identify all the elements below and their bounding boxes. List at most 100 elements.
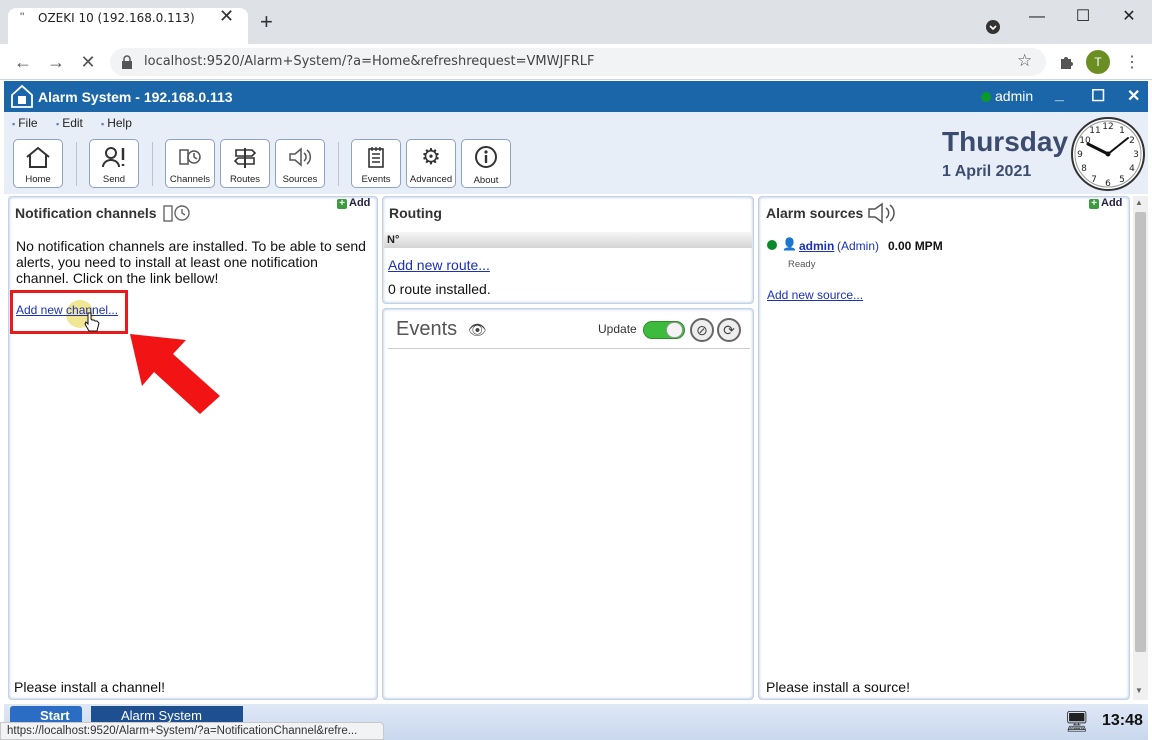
svg-text:12: 12	[1102, 122, 1113, 132]
highlight-box	[10, 290, 128, 334]
notification-channels-title: Notification channels	[15, 205, 157, 221]
home-icon	[26, 146, 50, 168]
day-label: Thursday	[942, 126, 1069, 157]
extensions-icon[interactable]	[1058, 54, 1074, 70]
source-role: (Admin)	[837, 239, 880, 253]
new-tab-button[interactable]: +	[260, 11, 273, 33]
advanced-button-label: Advanced	[409, 174, 453, 185]
events-divider	[388, 348, 750, 349]
svg-text:5: 5	[1119, 175, 1125, 185]
svg-text:8: 8	[1081, 164, 1087, 174]
back-arrow-icon[interactable]: ←	[10, 50, 36, 74]
update-label: Update	[598, 322, 637, 336]
source-status-icon	[767, 240, 777, 250]
lock-icon	[122, 55, 132, 69]
user-icon: 👤	[782, 237, 797, 251]
source-footer-status: Please install a source!	[766, 679, 910, 695]
profile-avatar[interactable]: T	[1086, 50, 1110, 74]
signpost-icon	[233, 148, 257, 168]
scroll-up-icon[interactable]: ▲	[1135, 198, 1143, 207]
scrollbar-thumb[interactable]	[1135, 212, 1146, 652]
url-text[interactable]: localhost:9520/Alarm+System/?a=Home&refr…	[144, 54, 595, 69]
menu-file[interactable]: File	[12, 116, 37, 130]
alarm-sources-title: Alarm sources	[766, 205, 864, 221]
refresh-icon[interactable]: ⟳	[717, 318, 741, 342]
toolbar-separator	[152, 142, 153, 186]
stop-loading-icon[interactable]: ✕	[75, 50, 101, 74]
routing-title: Routing	[389, 205, 442, 221]
gear-icon: ⚙	[421, 144, 441, 169]
status-bar-url: https://localhost:9520/Alarm+System/?a=N…	[0, 722, 384, 740]
svg-text:7: 7	[1091, 175, 1097, 185]
about-button-label: About	[473, 175, 499, 186]
add-new-route-link[interactable]: Add new route...	[388, 257, 490, 273]
about-button[interactable]: About	[461, 139, 511, 188]
advanced-button[interactable]: ⚙ Advanced	[406, 139, 456, 188]
minimize-icon[interactable]: —	[1014, 6, 1060, 32]
events-title: Events	[396, 318, 458, 340]
tab-search-icon[interactable]	[985, 19, 1001, 35]
home-button[interactable]: Home	[13, 139, 63, 188]
forward-arrow-icon[interactable]: →	[43, 50, 69, 74]
add-new-source-link[interactable]: Add new source...	[767, 288, 863, 302]
channels-icon	[163, 205, 190, 222]
source-name-link[interactable]: admin	[799, 239, 834, 253]
send-person-icon	[102, 147, 125, 168]
svg-text:11: 11	[1089, 126, 1100, 136]
svg-text:4: 4	[1129, 164, 1135, 174]
sources-button[interactable]: Sources	[275, 139, 325, 188]
channels-icon	[179, 149, 201, 165]
tab-title: OZEKI 10 (192.168.0.113)	[38, 11, 195, 25]
events-button[interactable]: Events	[351, 139, 401, 188]
app-title: Alarm System - 192.168.0.113	[38, 89, 233, 105]
clear-events-icon[interactable]: ⊘	[690, 318, 714, 342]
events-panel	[382, 308, 754, 700]
toggle-knob	[666, 322, 683, 338]
no-channels-message: No notification channels are installed. …	[16, 238, 366, 286]
tray-clock: 13:48	[1102, 712, 1143, 729]
events-button-label: Events	[361, 174, 391, 185]
scroll-down-icon[interactable]: ▼	[1135, 686, 1143, 695]
logged-user[interactable]: admin	[995, 88, 1033, 104]
monitor-icon[interactable]: 🖥	[1064, 709, 1089, 734]
notepad-icon	[368, 147, 384, 168]
routes-button[interactable]: Routes	[220, 139, 270, 188]
eye-icon[interactable]: 👁	[468, 321, 487, 339]
channels-button[interactable]: Channels	[165, 139, 215, 188]
source-rate: 0.00 MPM	[888, 239, 943, 253]
tab-favicon-icon: "	[20, 10, 25, 24]
info-icon	[475, 146, 497, 168]
channels-button-label: Channels	[169, 174, 211, 185]
tab-close-icon[interactable]: ✕	[219, 6, 234, 27]
send-button-label: Send	[102, 174, 126, 185]
send-button[interactable]: Send	[89, 139, 139, 188]
speaker-icon	[868, 202, 895, 224]
source-status: Ready	[788, 259, 816, 270]
close-window-icon[interactable]: ✕	[1106, 6, 1152, 32]
routing-table-header: N°	[384, 232, 752, 248]
svg-text:1: 1	[1119, 126, 1125, 136]
routes-button-label: Routes	[229, 174, 261, 185]
app-close-icon[interactable]: ✕	[1127, 86, 1140, 106]
clock-icon: 12 123 4567 891011	[1071, 117, 1145, 191]
app-maximize-icon[interactable]: ☐	[1091, 86, 1105, 106]
menu-edit[interactable]: Edit	[56, 116, 83, 130]
menu-help[interactable]: Help	[101, 116, 132, 130]
channel-footer-status: Please install a channel!	[14, 679, 165, 695]
route-count: 0 route installed.	[388, 281, 491, 297]
speaker-icon	[289, 147, 312, 167]
home-button-label: Home	[25, 174, 51, 185]
app-minimize-icon[interactable]: _	[1055, 86, 1064, 104]
bookmark-star-icon[interactable]: ☆	[1017, 51, 1032, 71]
online-status-icon	[981, 92, 991, 102]
maximize-icon[interactable]: ☐	[1060, 6, 1106, 32]
add-channel-button[interactable]: Add	[337, 197, 370, 209]
svg-text:3: 3	[1133, 150, 1139, 160]
svg-text:6: 6	[1105, 179, 1111, 189]
toolbar-separator	[76, 142, 77, 186]
sources-button-label: Sources	[282, 174, 318, 185]
add-source-button[interactable]: Add	[1089, 197, 1122, 209]
alarm-sources-panel	[758, 196, 1130, 700]
svg-text:9: 9	[1077, 150, 1083, 160]
more-menu-icon[interactable]: ⋮	[1124, 52, 1140, 72]
